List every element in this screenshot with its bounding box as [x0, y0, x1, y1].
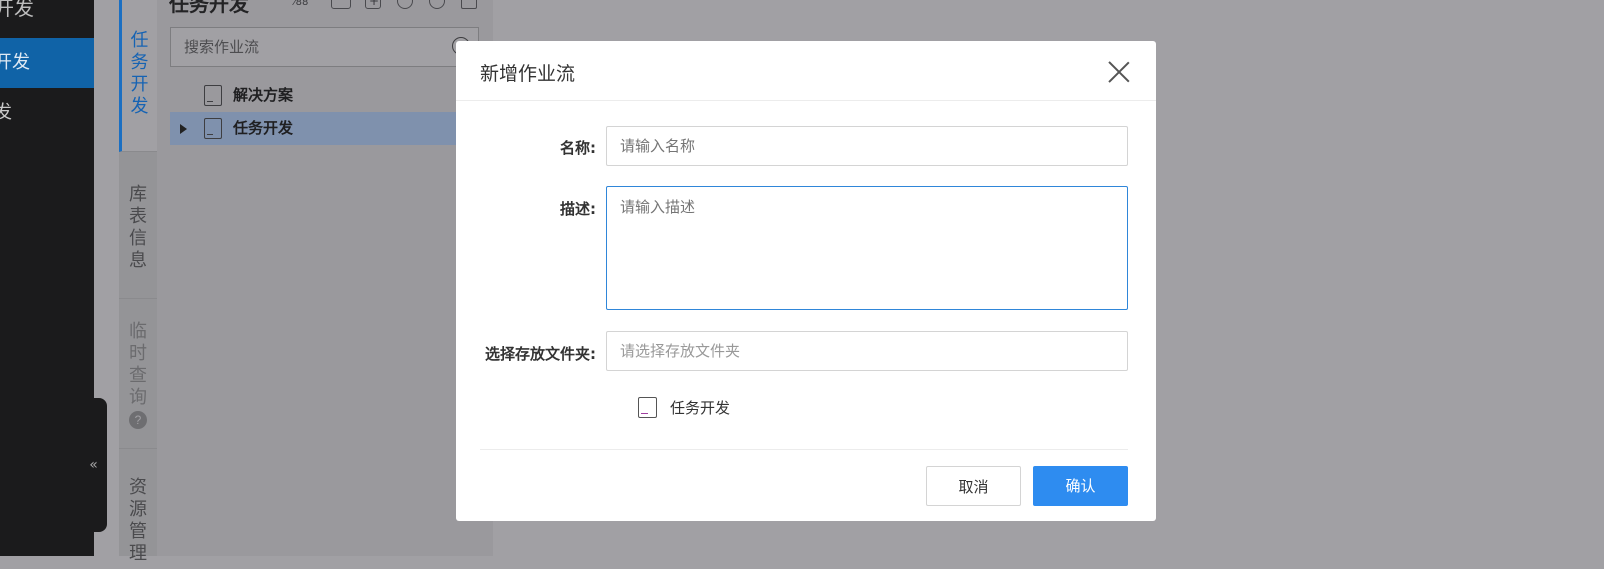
collapse-sidebar-button[interactable]: «	[80, 398, 107, 532]
confirm-button[interactable]: 确认	[1033, 466, 1128, 506]
description-textarea[interactable]	[606, 186, 1128, 310]
delete-icon[interactable]	[461, 0, 477, 9]
task-tree-panel: 任务开发 搜索作业流 解决方案 任务开发	[157, 0, 493, 556]
tab-table-info[interactable]: 库表信息	[119, 152, 157, 299]
name-input[interactable]	[606, 126, 1128, 166]
folder-select[interactable]: 请选择存放文件夹	[606, 331, 1128, 371]
nav-item-label: 发	[0, 102, 12, 123]
help-icon[interactable]: ?	[129, 411, 147, 429]
tree-node-label: 任务开发	[233, 119, 294, 137]
tab-temp-query[interactable]: 临时查询 ?	[119, 299, 157, 449]
search-input[interactable]: 搜索作业流	[170, 27, 479, 67]
folder-option-label: 任务开发	[670, 399, 731, 417]
file-icon	[204, 85, 222, 106]
dialog-header: 新增作业流	[456, 41, 1156, 101]
nav-item-label: 开发	[0, 0, 34, 20]
tab-resource-manage[interactable]: 资源管理	[119, 449, 157, 569]
dialog-title: 新增作业流	[480, 63, 576, 85]
add-icon[interactable]	[365, 0, 381, 9]
locate-icon[interactable]	[397, 0, 413, 9]
nav-item-label: 开发	[0, 52, 30, 73]
cancel-button[interactable]: 取消	[926, 466, 1021, 506]
folder-label: 选择存放文件夹:	[485, 345, 596, 363]
refresh-icon[interactable]	[429, 0, 445, 9]
panel-title: 任务开发	[169, 0, 249, 16]
close-icon[interactable]	[1108, 61, 1130, 83]
nav-item-dev-top[interactable]: 开发	[0, 0, 94, 30]
name-label: 名称:	[560, 139, 596, 157]
tab-label: 库表信息	[129, 184, 147, 271]
folder-placeholder: 请选择存放文件夹	[620, 342, 741, 360]
new-workflow-dialog: 新增作业流 名称: 描述: 选择存放文件夹: 请选择存放文件夹 任务开发 取消 …	[456, 41, 1156, 521]
caret-right-icon[interactable]	[180, 124, 187, 134]
tab-task-dev[interactable]: 任务开发	[119, 0, 157, 152]
tab-label: 任务开发	[130, 30, 149, 117]
nav-item-dev-active[interactable]: 开发	[0, 38, 94, 88]
folder-icon[interactable]	[331, 0, 351, 9]
tab-label: 临时查询	[129, 321, 147, 408]
tree-node[interactable]: 解决方案	[170, 79, 493, 112]
divider	[480, 449, 1128, 450]
description-label: 描述:	[560, 200, 596, 218]
file-icon	[204, 118, 222, 139]
tree-node-label: 解决方案	[233, 86, 294, 104]
grid-view-icon[interactable]	[294, 0, 310, 9]
search-placeholder: 搜索作业流	[184, 38, 260, 56]
tab-label: 资源管理	[129, 477, 147, 564]
tree-node-selected[interactable]: 任务开发	[170, 112, 493, 145]
file-icon	[638, 397, 657, 418]
vertical-tab-bar: 任务开发 库表信息 临时查询 ? 资源管理	[119, 0, 157, 564]
nav-item-dev-sub[interactable]: 发	[0, 88, 94, 138]
